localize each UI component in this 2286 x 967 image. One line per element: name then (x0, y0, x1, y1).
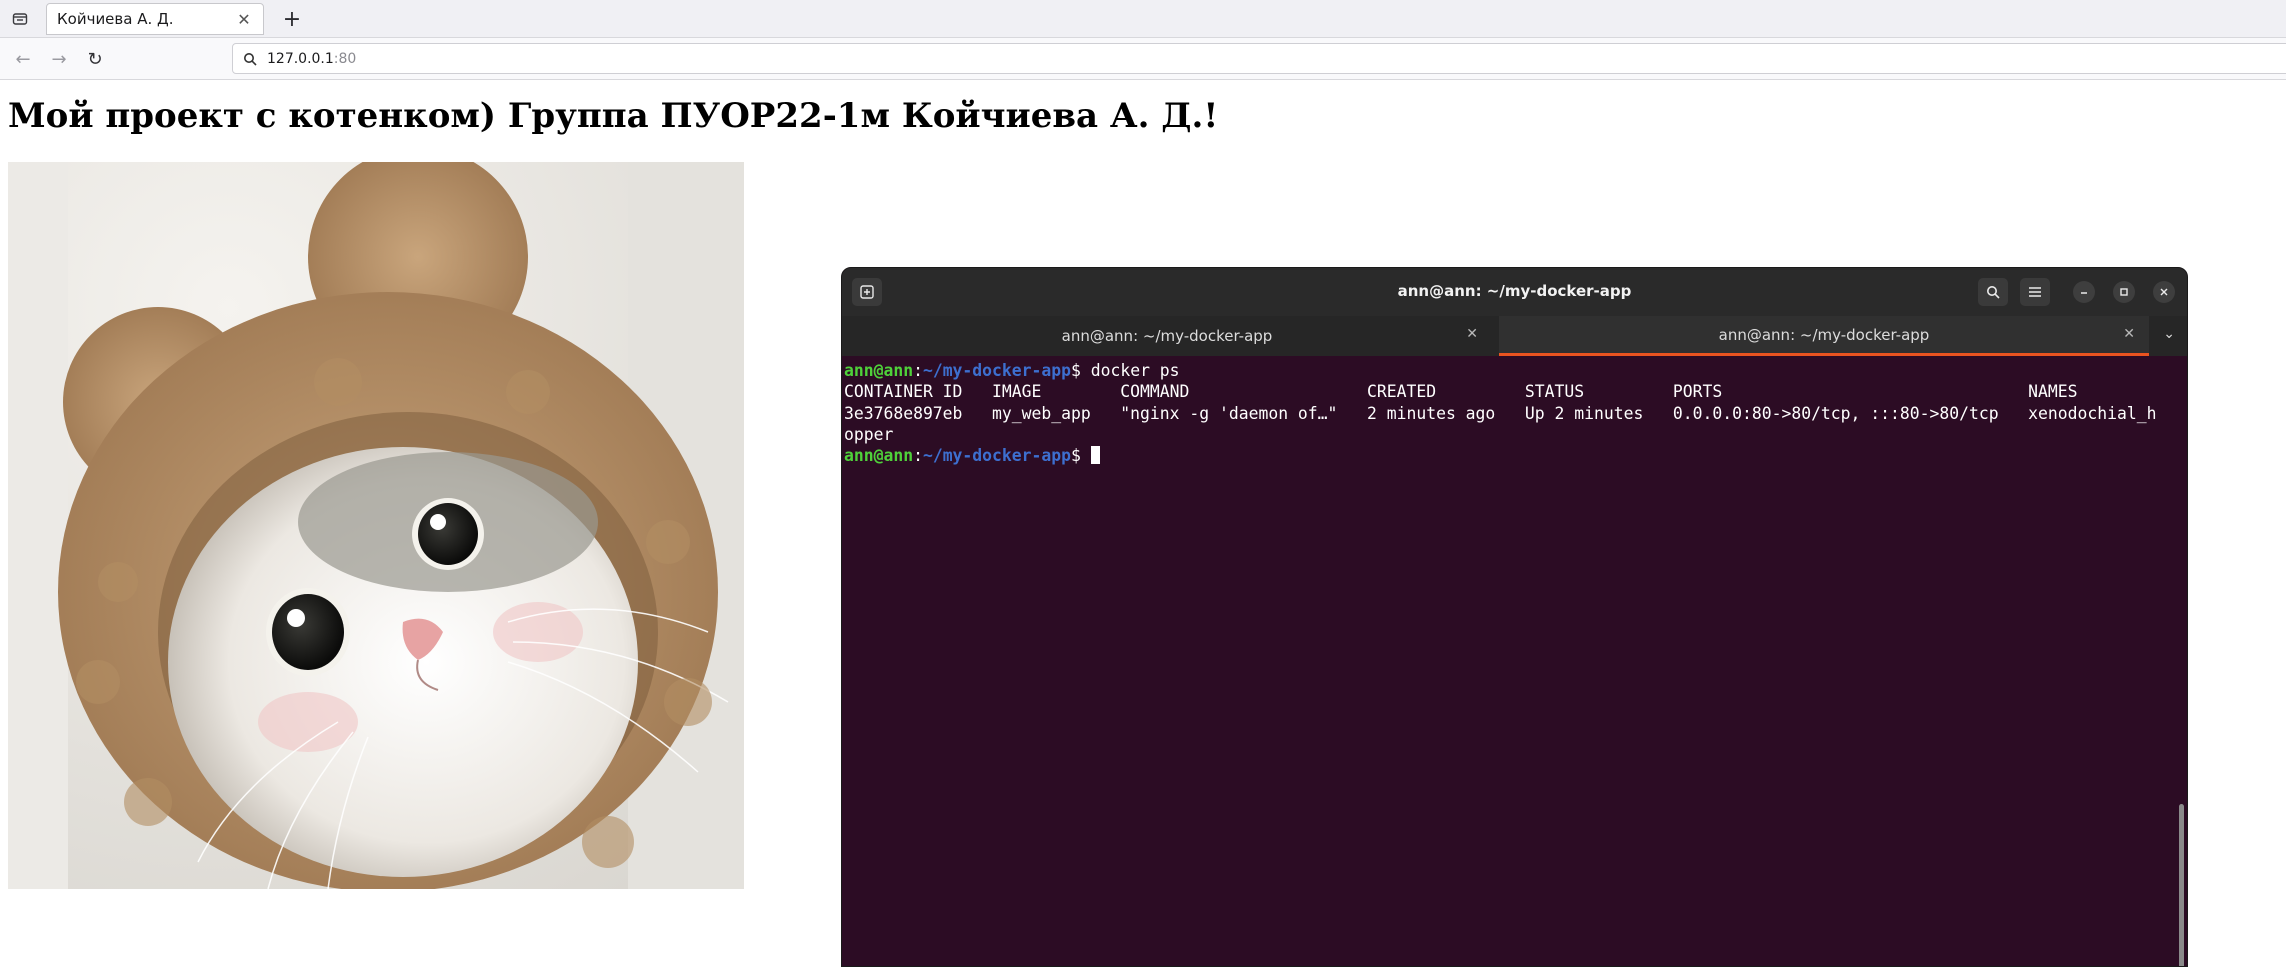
page-title: Мой проект с котенком) Группа ПУОР22-1м … (8, 96, 1219, 136)
back-arrow-icon[interactable]: ← (10, 46, 36, 72)
command-text: docker ps (1080, 361, 1180, 380)
browser-tab-bar: Койчиева А. Д. ✕ + (0, 0, 2286, 38)
prompt-sep: : (913, 446, 923, 466)
chevron-down-icon[interactable]: ⌄ (2163, 326, 2175, 342)
output-line: CONTAINER ID IMAGE COMMAND CREATED STATU… (844, 382, 2078, 402)
terminal-tab-bar: ann@ann: ~/my-docker-app ✕ ann@ann: ~/my… (842, 316, 2187, 356)
tab-close-icon[interactable]: ✕ (1466, 326, 1478, 342)
forward-arrow-icon[interactable]: → (46, 46, 72, 72)
browser-tab[interactable]: Койчиева А. Д. ✕ (46, 3, 264, 35)
prompt-line: ann@ann:~/my-docker-app$ (844, 445, 2173, 466)
terminal-tab-2[interactable]: ann@ann: ~/my-docker-app ✕ (1499, 316, 2149, 356)
command-line: ann@ann:~/my-docker-app$ docker ps (844, 360, 2173, 381)
reload-icon[interactable]: ↻ (82, 46, 108, 72)
search-icon (1987, 286, 2000, 299)
prompt-user: ann@ann (844, 361, 914, 380)
browser-nav-bar: ← → ↻ 127.0.0.1:80 (0, 38, 2286, 80)
prompt-path: ~/my-docker-app (922, 361, 1071, 380)
search-icon (244, 52, 257, 66)
tab-list-icon[interactable] (8, 7, 32, 31)
minimize-icon-svg (2081, 292, 2087, 294)
terminal-scrollbar[interactable] (2179, 804, 2184, 966)
tab-close-icon[interactable]: ✕ (235, 10, 253, 29)
prompt-path: ~/my-docker-app (922, 446, 1071, 466)
address-bar[interactable]: 127.0.0.1:80 (232, 43, 2286, 74)
terminal-tab-1[interactable]: ann@ann: ~/my-docker-app ✕ (842, 316, 1492, 356)
prompt-user: ann@ann (844, 446, 914, 466)
terminal-tab-label: ann@ann: ~/my-docker-app (1718, 325, 1930, 344)
hamburger-icon (2029, 287, 2041, 297)
url-host: 127.0.0.1 (267, 50, 334, 67)
tab-list-icon-svg (12, 13, 28, 25)
minimize-icon[interactable] (2073, 281, 2095, 303)
new-tab-button[interactable]: + (278, 5, 306, 33)
terminal-menu-icon[interactable] (2020, 278, 2050, 306)
maximize-icon-svg (2120, 288, 2128, 296)
maximize-icon[interactable] (2113, 281, 2135, 303)
output-line: 3e3768e897eb my_web_app "nginx -g 'daemo… (844, 403, 2157, 423)
prompt-sep: : (913, 361, 923, 380)
terminal-header-bar: ann@ann: ~/my-docker-app (842, 268, 2187, 316)
terminal-output[interactable]: ann@ann:~/my-docker-app$ docker ps CONTAI… (844, 360, 2173, 466)
prompt-symbol: $ (1070, 361, 1081, 380)
kitten-photo (8, 162, 744, 889)
terminal-search-icon[interactable] (1978, 278, 2008, 306)
tab-close-icon[interactable]: ✕ (2123, 326, 2135, 342)
kitten-illustration (8, 162, 744, 889)
close-icon-svg (2160, 288, 2168, 296)
terminal-tab-label: ann@ann: ~/my-docker-app (1061, 327, 1273, 345)
url-port: :80 (333, 50, 357, 67)
close-icon[interactable] (2153, 281, 2175, 303)
terminal-window[interactable]: ann@ann: ~/my-docker-app ann@ann: ~/my-d… (841, 267, 2188, 967)
prompt-symbol: $ (1070, 446, 1081, 466)
output-line: opper (844, 424, 894, 444)
text-cursor (1090, 446, 1100, 465)
browser-tab-title: Койчиева А. Д. (57, 10, 174, 28)
